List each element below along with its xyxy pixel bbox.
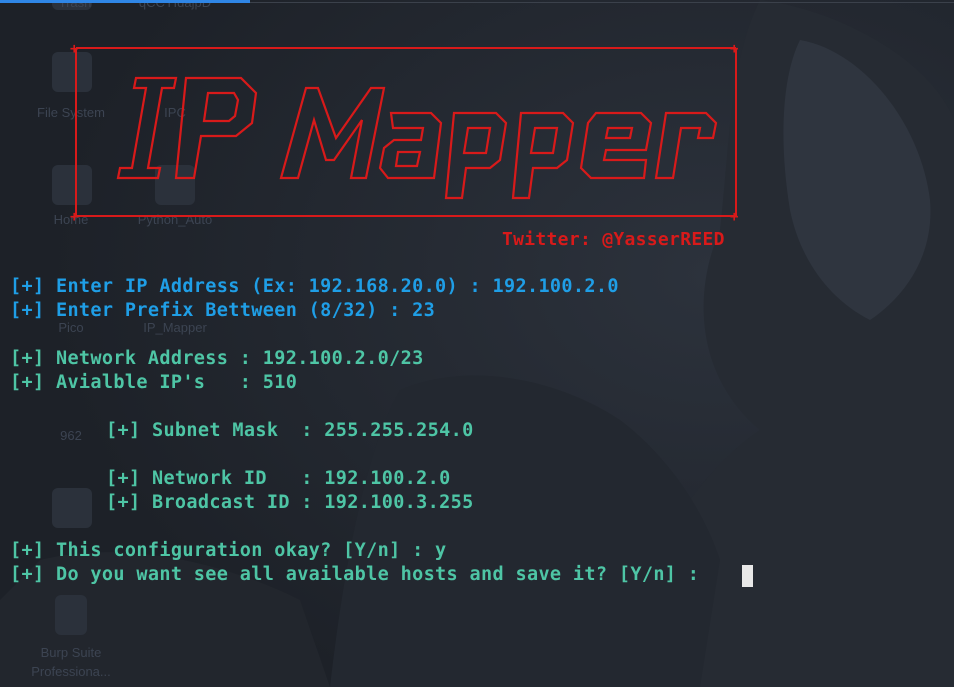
- hosts-prompt-line: [+] Do you want see all available hosts …: [10, 564, 711, 585]
- ip-address-prompt: [+] Enter IP Address (Ex: 192.168.20.0) …: [10, 276, 619, 297]
- subnet-mask-line: [+] Subnet Mask : 255.255.254.0: [106, 420, 474, 441]
- ascii-banner: + + + +: [70, 41, 738, 223]
- network-id-line: [+] Network ID : 192.100.2.0: [106, 468, 451, 489]
- svg-text:+: +: [70, 41, 78, 57]
- available-ips-line: [+] Avialble IP's : 510: [10, 372, 298, 393]
- svg-text:+: +: [70, 209, 78, 223]
- author-twitter-handle: Twitter: @YasserREED: [502, 229, 725, 250]
- broadcast-id-line: [+] Broadcast ID : 192.100.3.255: [106, 492, 474, 513]
- svg-text:+: +: [730, 41, 738, 57]
- terminal-cursor[interactable]: [742, 565, 753, 587]
- svg-text:+: +: [730, 209, 738, 223]
- config-confirm-line: [+] This configuration okay? [Y/n] : y: [10, 540, 447, 561]
- prefix-prompt: [+] Enter Prefix Bettween (8/32) : 23: [10, 300, 436, 321]
- terminal-output[interactable]: + + + + Twitter: @YasserREED [+] Enter I…: [0, 0, 954, 687]
- network-address-line: [+] Network Address : 192.100.2.0/23: [10, 348, 424, 369]
